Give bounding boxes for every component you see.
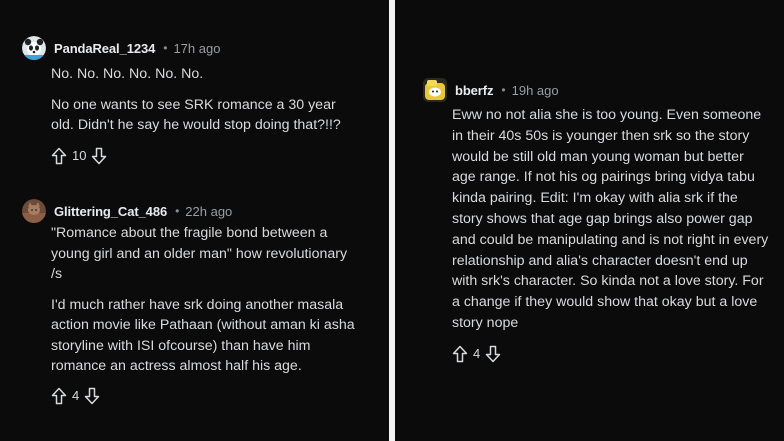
comment-paragraph: Eww no not alia she is too young. Even s…: [452, 107, 769, 331]
comment-body: Eww no not alia she is too young. Even s…: [452, 105, 770, 334]
downvote-icon[interactable]: [91, 147, 107, 165]
vote-actions: 4: [51, 386, 379, 406]
timestamp: 22h ago: [185, 203, 233, 219]
right-comment-panel: bberfz • 19h ago Eww no not alia she is …: [395, 0, 784, 441]
upvote-icon[interactable]: [452, 345, 468, 363]
downvote-icon[interactable]: [84, 387, 100, 405]
separator-dot: •: [501, 83, 506, 97]
comment: PandaReal_1234 • 17h ago No. No. No. No.…: [22, 36, 379, 166]
cat-avatar-icon[interactable]: [22, 199, 46, 223]
left-comment-panel: PandaReal_1234 • 17h ago No. No. No. No.…: [0, 0, 389, 441]
comment: Glittering_Cat_486 • 22h ago "Romance ab…: [22, 199, 379, 406]
comment-paragraph: I'd much rather have srk doing another m…: [51, 296, 355, 375]
username[interactable]: PandaReal_1234: [54, 41, 155, 56]
vote-score: 4: [72, 388, 80, 403]
comment-header: bberfz • 19h ago: [423, 78, 770, 102]
timestamp: 17h ago: [173, 40, 221, 56]
panda-avatar-icon[interactable]: [22, 36, 46, 60]
comment-header: PandaReal_1234 • 17h ago: [22, 36, 379, 60]
vote-score: 4: [473, 346, 481, 362]
snoo-avatar-icon[interactable]: [423, 78, 447, 102]
comment-paragraph: No. No. No. No. No. No.: [51, 66, 204, 82]
upvote-icon[interactable]: [51, 387, 67, 405]
username[interactable]: bberfz: [455, 83, 494, 98]
comment: bberfz • 19h ago Eww no not alia she is …: [423, 78, 770, 364]
screenshot-root: PandaReal_1234 • 17h ago No. No. No. No.…: [0, 0, 784, 441]
comment-body: "Romance about the fragile bond between …: [51, 223, 361, 377]
comment-paragraph: "Romance about the fragile bond between …: [51, 225, 348, 282]
username[interactable]: Glittering_Cat_486: [54, 204, 167, 219]
upvote-icon[interactable]: [51, 147, 67, 165]
comment-paragraph: No one wants to see SRK romance a 30 yea…: [51, 96, 341, 134]
vote-actions: 4: [452, 344, 770, 364]
comment-body: No. No. No. No. No. No. No one wants to …: [51, 64, 379, 136]
separator-dot: •: [163, 41, 168, 55]
vote-score: 10: [72, 148, 87, 163]
separator-dot: •: [175, 204, 180, 218]
vote-actions: 10: [51, 146, 379, 166]
downvote-icon[interactable]: [485, 345, 501, 363]
timestamp: 19h ago: [511, 82, 559, 98]
comment-header: Glittering_Cat_486 • 22h ago: [22, 199, 379, 223]
